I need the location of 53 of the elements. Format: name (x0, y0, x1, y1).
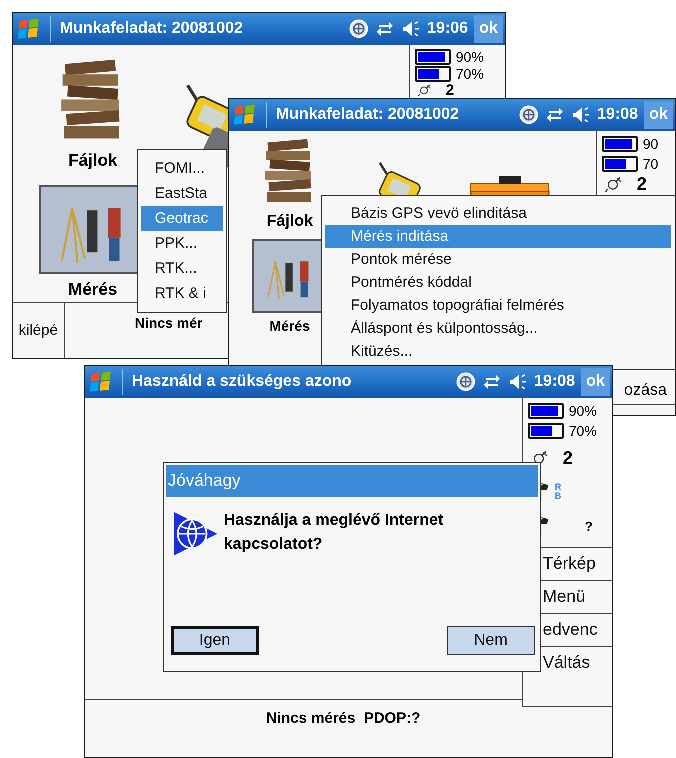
satellite-icon[interactable] (605, 175, 623, 193)
app-label: Fájlok (266, 213, 314, 231)
battery-reading: 70% (456, 66, 484, 82)
satellite-count: 2 (446, 82, 454, 98)
globe-icon[interactable] (519, 105, 540, 125)
menu-item[interactable]: Pontok mérése (325, 248, 671, 271)
menu-item[interactable]: Pontmérés kóddal (325, 271, 671, 294)
globe-icon[interactable] (456, 372, 476, 392)
start-flag-icon[interactable] (17, 17, 41, 41)
app-label: Mérés (270, 319, 310, 333)
battery-reading: 90% (569, 403, 598, 419)
battery-reading: 70% (569, 423, 598, 439)
clock-time: 19:08 (534, 373, 576, 391)
menu-item[interactable]: RTK & i (141, 281, 223, 306)
clock-time: 19:06 (427, 20, 468, 38)
menu-item[interactable]: FOMI... (141, 156, 223, 181)
app-label: Mérés (68, 280, 118, 300)
speaker-icon[interactable] (508, 372, 528, 392)
menu-item[interactable]: Álláspont és külpontosság... (325, 317, 671, 340)
status-text: Nincs mérés PDOP:? (265, 709, 421, 729)
globe-icon[interactable] (349, 19, 370, 39)
satellite-count: 2 (563, 449, 574, 467)
status-text: Nincs mér (134, 314, 203, 333)
clock-time: 19:08 (597, 106, 638, 124)
dialog-button[interactable]: Igen (171, 626, 259, 655)
receiver-tag: R (555, 483, 562, 492)
side-button-text[interactable]: ozása (624, 382, 667, 400)
menu-item[interactable]: Mérés inditása (325, 225, 671, 248)
start-flag-icon[interactable] (89, 370, 113, 394)
receiver-status: ? (585, 518, 593, 534)
menu-item[interactable]: Kitüzés... (325, 340, 671, 363)
dialog-title: Jóváhagy (166, 465, 538, 497)
menu-item[interactable]: Bázis GPS vevö elinditása (325, 202, 671, 225)
start-flag-icon[interactable] (233, 103, 257, 127)
receiver-tag: B (555, 492, 562, 501)
menu-item[interactable]: Geotrac (141, 206, 223, 231)
dialog-message: Használja a meglévő Internet kapcsolatot? (224, 511, 445, 555)
window-title: Munkafeladat: 20081002 (276, 106, 460, 124)
dialog-button[interactable]: Nem (447, 626, 535, 655)
satellite-icon[interactable] (418, 83, 432, 97)
battery-reading: 70 (643, 156, 659, 172)
menu-item[interactable]: PPK... (141, 231, 223, 256)
window-title: Használd a szükséges azono (132, 373, 353, 391)
menu-item[interactable]: EastSta (141, 181, 223, 206)
menu-item[interactable]: RTK... (141, 256, 223, 281)
satellite-count: 2 (637, 175, 648, 193)
app-label: Fájlok (68, 151, 118, 171)
window-title: Munkafeladat: 20081002 (60, 20, 244, 38)
speaker-icon[interactable] (401, 19, 422, 39)
speaker-icon[interactable] (571, 105, 592, 125)
battery-reading: 90 (643, 136, 659, 152)
battery-reading: 90% (456, 48, 484, 64)
menu-item[interactable]: Folyamatos topográfiai felmérés (325, 294, 671, 317)
